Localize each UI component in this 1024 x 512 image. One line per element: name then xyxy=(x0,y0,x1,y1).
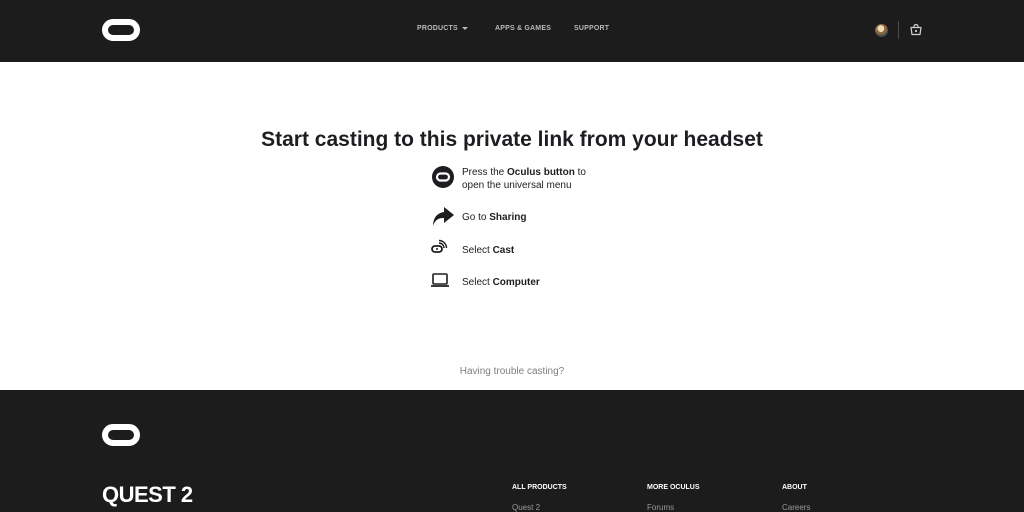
footer-link[interactable]: Quest 2 xyxy=(512,503,567,512)
page-title: Start casting to this private link from … xyxy=(261,128,763,151)
footer-column-title: ABOUT xyxy=(782,484,807,491)
having-trouble-link[interactable]: Having trouble casting? xyxy=(0,366,1024,377)
share-arrow-icon xyxy=(433,207,454,226)
nav-support[interactable]: SUPPORT xyxy=(574,25,609,32)
step-text: Press the Oculus button to open the univ… xyxy=(462,167,586,191)
step-text: Go to Sharing xyxy=(462,212,527,223)
oculus-logo-icon[interactable] xyxy=(102,19,140,41)
footer-link[interactable]: Careers xyxy=(782,503,810,512)
step-text: Select Computer xyxy=(462,277,540,288)
footer-brand: QUEST 2 xyxy=(102,482,193,507)
step-text: Select Cast xyxy=(462,245,515,256)
oculus-button-icon xyxy=(432,166,454,188)
site-header: PRODUCTS APPS & GAMES SUPPORT xyxy=(0,0,1024,62)
caret-down-icon xyxy=(461,26,468,30)
footer-column-title: MORE OCULUS xyxy=(647,484,700,491)
cast-icon xyxy=(431,239,448,253)
laptop-icon xyxy=(431,273,449,287)
footer-column-all-products: ALL PRODUCTS Quest 2 xyxy=(512,484,567,512)
nav-products-label: PRODUCTS xyxy=(417,25,458,32)
nav-apps-games[interactable]: APPS & GAMES xyxy=(495,25,551,32)
step-select-cast: Select Cast xyxy=(430,238,630,262)
oculus-logo-icon[interactable] xyxy=(102,424,140,446)
footer-column-more-oculus: MORE OCULUS Forums xyxy=(647,484,700,512)
footer-column-title: ALL PRODUCTS xyxy=(512,484,567,491)
nav-products[interactable]: PRODUCTS xyxy=(417,25,468,32)
step-go-to-sharing: Go to Sharing xyxy=(430,205,630,229)
site-footer: QUEST 2 ALL PRODUCTS Quest 2 MORE OCULUS… xyxy=(0,390,1024,512)
step-select-computer: Select Computer xyxy=(430,270,630,294)
user-avatar[interactable] xyxy=(875,24,888,37)
footer-column-about: ABOUT Careers xyxy=(782,484,810,512)
header-divider xyxy=(898,21,899,39)
footer-link[interactable]: Forums xyxy=(647,503,700,512)
cart-icon[interactable] xyxy=(910,24,922,36)
step-press-oculus-button: Press the Oculus button to open the univ… xyxy=(430,166,630,191)
